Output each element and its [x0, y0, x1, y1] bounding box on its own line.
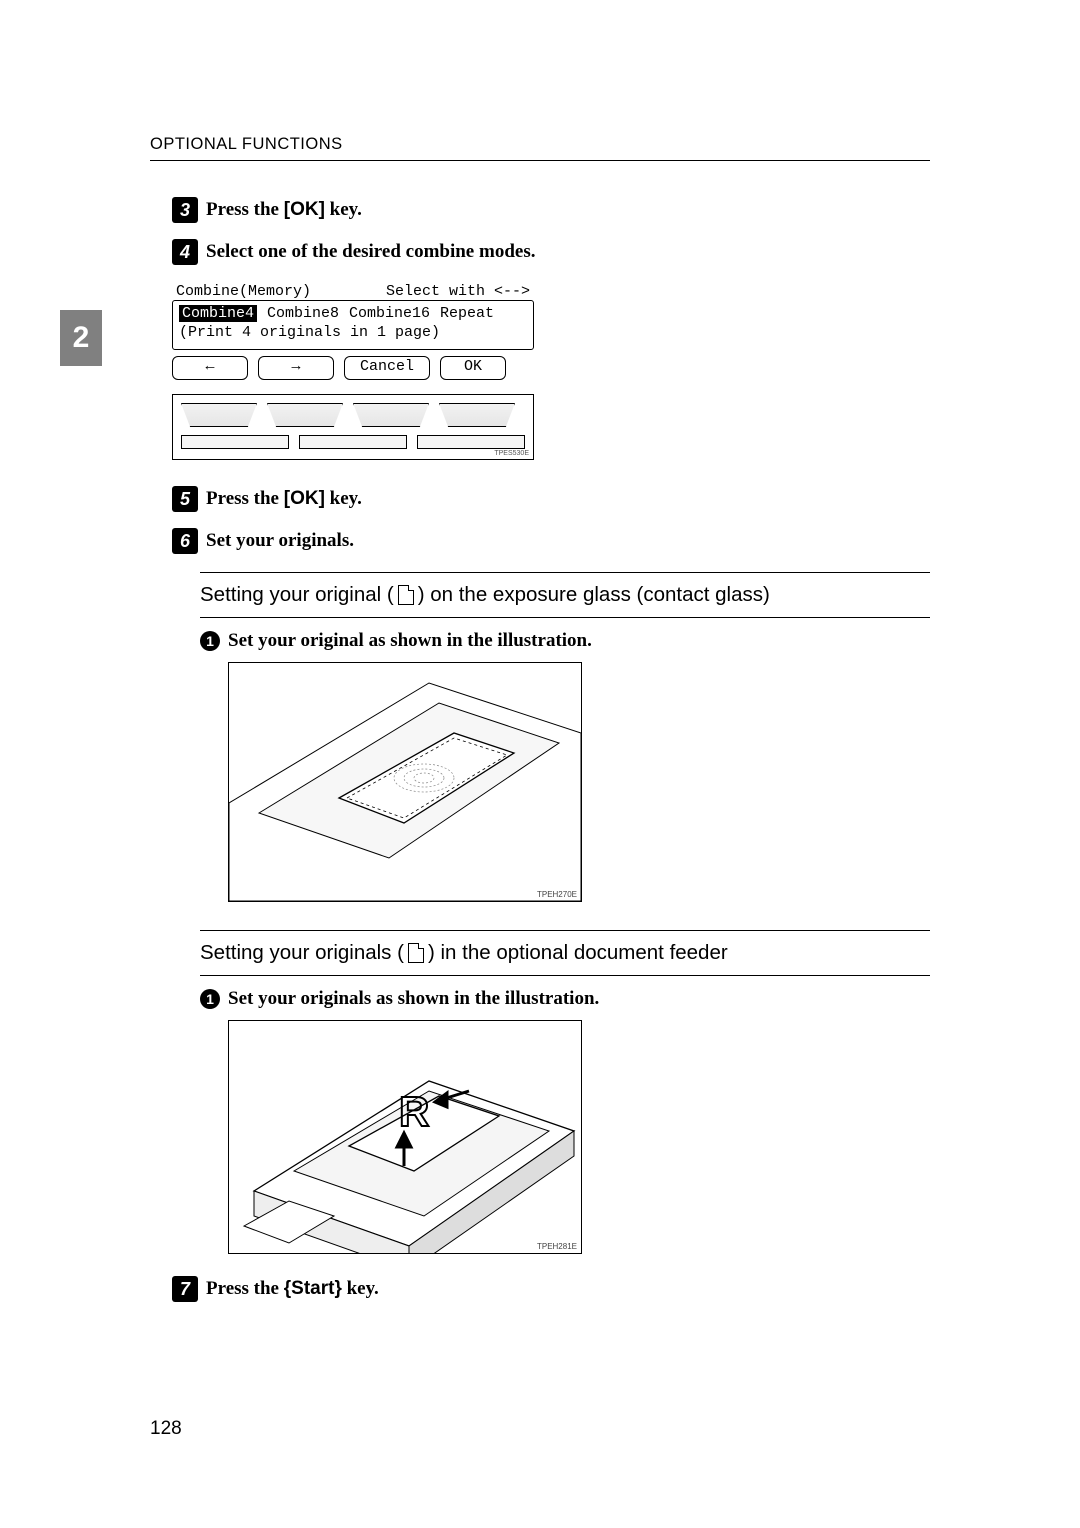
- step-3-post: key.: [325, 199, 362, 220]
- ok-key-label: OK: [290, 488, 319, 509]
- portrait-page-icon: [398, 585, 414, 605]
- step-number-icon: 6: [172, 528, 198, 554]
- divider: [200, 617, 930, 618]
- substep-number-icon: 1: [200, 631, 220, 651]
- step-4: 4 Select one of the desired combine mode…: [172, 239, 930, 265]
- illustration-code: TPEH270E: [537, 890, 577, 899]
- softkey-cancel: Cancel: [344, 356, 430, 380]
- step-6: 6 Set your originals.: [172, 528, 930, 554]
- divider: [200, 572, 930, 573]
- lcd-option-combine8: Combine8: [267, 305, 339, 322]
- panel-button-icon: [299, 435, 407, 449]
- ok-key-label: OK: [290, 199, 319, 220]
- svg-text:R: R: [399, 1088, 429, 1135]
- subheading-exposure-glass: Setting your original ( ) on the exposur…: [200, 583, 930, 607]
- start-key-label: Start: [291, 1278, 334, 1299]
- step-number-icon: 7: [172, 1276, 198, 1302]
- substep-number-icon: 1: [200, 989, 220, 1009]
- lcd-title-right: Select with <-->: [386, 283, 530, 300]
- lcd-title-left: Combine(Memory): [176, 283, 311, 300]
- document-feeder-illustration: R TPEH281E: [228, 1020, 582, 1254]
- panel-button-icon: [181, 403, 257, 427]
- step-3-text: Press the [OK] key.: [206, 197, 362, 223]
- substep-a-text: Set your original as shown in the illust…: [228, 630, 592, 652]
- panel-illustration-code: TPES530E: [494, 450, 529, 457]
- lcd-option-combine16: Combine16: [349, 305, 430, 322]
- panel-button-icon: [417, 435, 525, 449]
- sub2-post: ) in the optional document feeder: [428, 941, 728, 965]
- step-6-text: Set your originals.: [206, 528, 354, 554]
- substep-b-text: Set your originals as shown in the illus…: [228, 988, 599, 1010]
- page-number: 128: [150, 1418, 182, 1440]
- step-3: 3 Press the [OK] key.: [172, 197, 930, 223]
- step-5-pre: Press the: [206, 488, 284, 509]
- step-4-text: Select one of the desired combine modes.: [206, 239, 535, 265]
- section-tab: 2: [60, 310, 102, 366]
- lcd-option-combine4: Combine4: [179, 305, 257, 322]
- page-content: OPTIONAL FUNCTIONS 3 Press the [OK] key.…: [150, 135, 930, 1318]
- panel-button-icon: [181, 435, 289, 449]
- sub1-post: ) on the exposure glass (contact glass): [418, 583, 770, 607]
- subheading-document-feeder: Setting your originals ( ) in the option…: [200, 941, 930, 965]
- step-5-post: key.: [325, 488, 362, 509]
- softkey-ok: OK: [440, 356, 506, 380]
- step-5: 5 Press the [OK] key.: [172, 486, 930, 512]
- step-3-pre: Press the: [206, 199, 284, 220]
- exposure-glass-svg: [229, 663, 581, 901]
- sub2-pre: Setting your originals (: [200, 941, 404, 965]
- lcd-description: (Print 4 originals in 1 page): [179, 324, 527, 341]
- portrait-page-icon: [408, 943, 424, 963]
- divider: [200, 930, 930, 931]
- substep-b: 1 Set your originals as shown in the ill…: [200, 988, 930, 1010]
- running-head: OPTIONAL FUNCTIONS: [150, 135, 930, 161]
- step-7-text: Press the {Start} key.: [206, 1276, 379, 1302]
- lcd-screenshot: Combine(Memory) Select with <--> Combine…: [172, 281, 534, 380]
- panel-button-icon: [267, 403, 343, 427]
- sub1-pre: Setting your original (: [200, 583, 394, 607]
- step-number-icon: 4: [172, 239, 198, 265]
- step-7-pre: Press the: [206, 1278, 284, 1299]
- right-brace: }: [334, 1278, 341, 1299]
- step-5-text: Press the [OK] key.: [206, 486, 362, 512]
- substep-a: 1 Set your original as shown in the illu…: [200, 630, 930, 652]
- step-number-icon: 5: [172, 486, 198, 512]
- softkey-right-arrow: →: [258, 356, 334, 380]
- softkey-left-arrow: ←: [172, 356, 248, 380]
- panel-button-icon: [439, 403, 515, 427]
- step-7: 7 Press the {Start} key.: [172, 1276, 930, 1302]
- step-number-icon: 3: [172, 197, 198, 223]
- panel-buttons-illustration: TPES530E: [172, 394, 534, 460]
- exposure-glass-illustration: TPEH270E: [228, 662, 582, 902]
- panel-button-icon: [353, 403, 429, 427]
- lcd-option-repeat: Repeat: [440, 305, 494, 322]
- step-7-post: key.: [342, 1278, 379, 1299]
- document-feeder-svg: R: [229, 1021, 581, 1253]
- illustration-code: TPEH281E: [537, 1242, 577, 1251]
- divider: [200, 975, 930, 976]
